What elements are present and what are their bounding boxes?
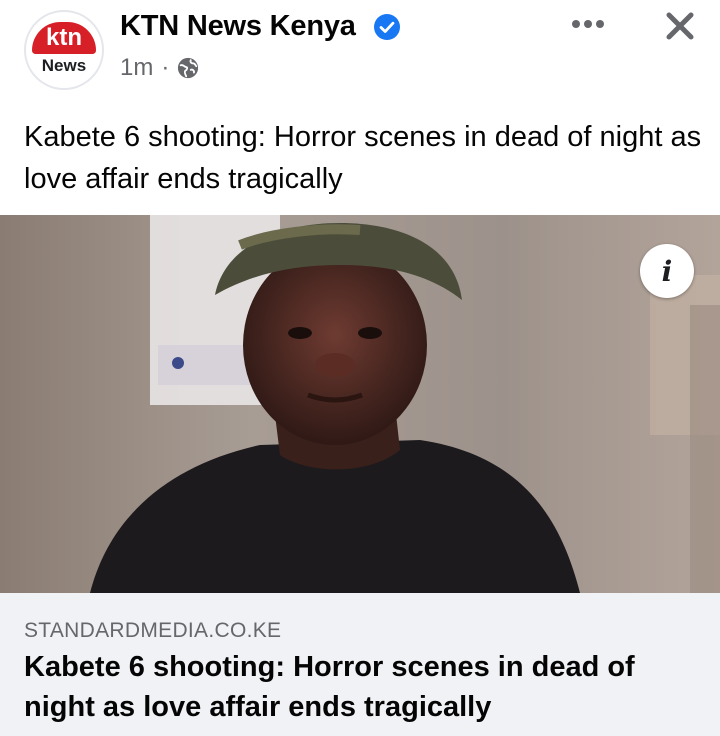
link-preview[interactable]: STANDARDMEDIA.CO.KE Kabete 6 shooting: H… (0, 593, 720, 736)
more-options-button[interactable] (566, 6, 610, 42)
image-info-button[interactable]: i (640, 244, 694, 298)
close-post-button[interactable] (654, 4, 706, 48)
post-meta: 1m · (120, 54, 199, 82)
post-text: Kabete 6 shooting: Horror scenes in dead… (24, 121, 702, 195)
link-domain: STANDARDMEDIA.CO.KE (24, 619, 282, 642)
info-icon: i (661, 254, 673, 288)
avatar-logo-bottom: News (41, 56, 87, 75)
verified-badge-icon (374, 14, 400, 40)
globe-icon (178, 57, 199, 79)
close-icon (666, 12, 694, 40)
link-title[interactable]: Kabete 6 shooting: Horror scenes in dead… (24, 647, 704, 727)
page-avatar[interactable]: ktn News (24, 10, 104, 90)
post-image[interactable] (0, 215, 720, 593)
more-options-icon (572, 20, 604, 28)
post-timestamp[interactable]: 1m (120, 54, 153, 82)
meta-separator: · (161, 54, 170, 81)
page-name-link[interactable]: KTN News Kenya (120, 10, 356, 43)
post-photo-illustration (0, 215, 720, 593)
post-header: ktn News KTN News Kenya 1m · (0, 0, 720, 110)
